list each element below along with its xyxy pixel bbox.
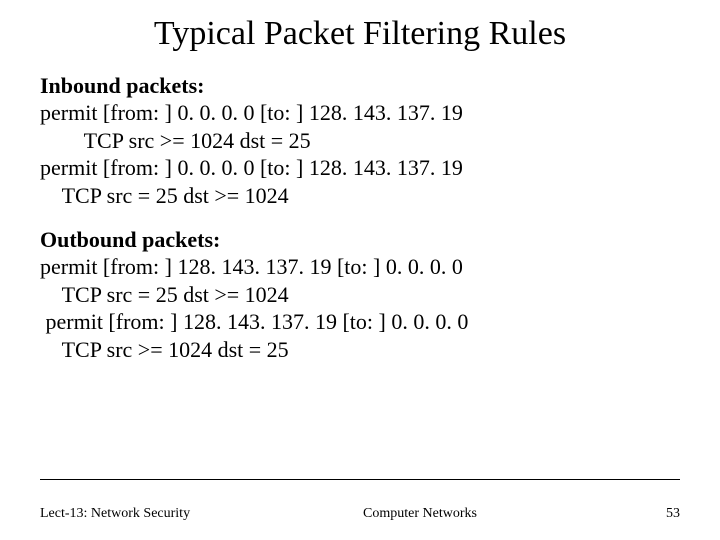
inbound-rule-line: permit [from: ] 0. 0. 0. 0 [to: ] 128. 1… xyxy=(40,154,680,182)
inbound-rule-line: TCP src = 25 dst >= 1024 xyxy=(40,182,680,210)
slide-title: Typical Packet Filtering Rules xyxy=(40,15,680,53)
outbound-rule-line: TCP src = 25 dst >= 1024 xyxy=(40,281,680,309)
footer-left: Lect-13: Network Security xyxy=(40,506,200,522)
footer-divider xyxy=(40,479,680,480)
outbound-rule-line: permit [from: ] 128. 143. 137. 19 [to: ]… xyxy=(40,253,680,281)
footer-page-number: 53 xyxy=(640,506,680,522)
inbound-heading: Inbound packets: xyxy=(40,73,680,99)
inbound-rule-line: TCP src >= 1024 dst = 25 xyxy=(40,127,680,155)
outbound-rule-line: TCP src >= 1024 dst = 25 xyxy=(40,336,680,364)
slide-footer: Lect-13: Network Security Computer Netwo… xyxy=(40,506,680,522)
outbound-block: Outbound packets: permit [from: ] 128. 1… xyxy=(40,227,680,363)
footer-center: Computer Networks xyxy=(200,506,640,522)
outbound-heading: Outbound packets: xyxy=(40,227,680,253)
outbound-rule-line: permit [from: ] 128. 143. 137. 19 [to: ]… xyxy=(40,308,680,336)
inbound-rule-line: permit [from: ] 0. 0. 0. 0 [to: ] 128. 1… xyxy=(40,99,680,127)
inbound-block: Inbound packets: permit [from: ] 0. 0. 0… xyxy=(40,73,680,209)
